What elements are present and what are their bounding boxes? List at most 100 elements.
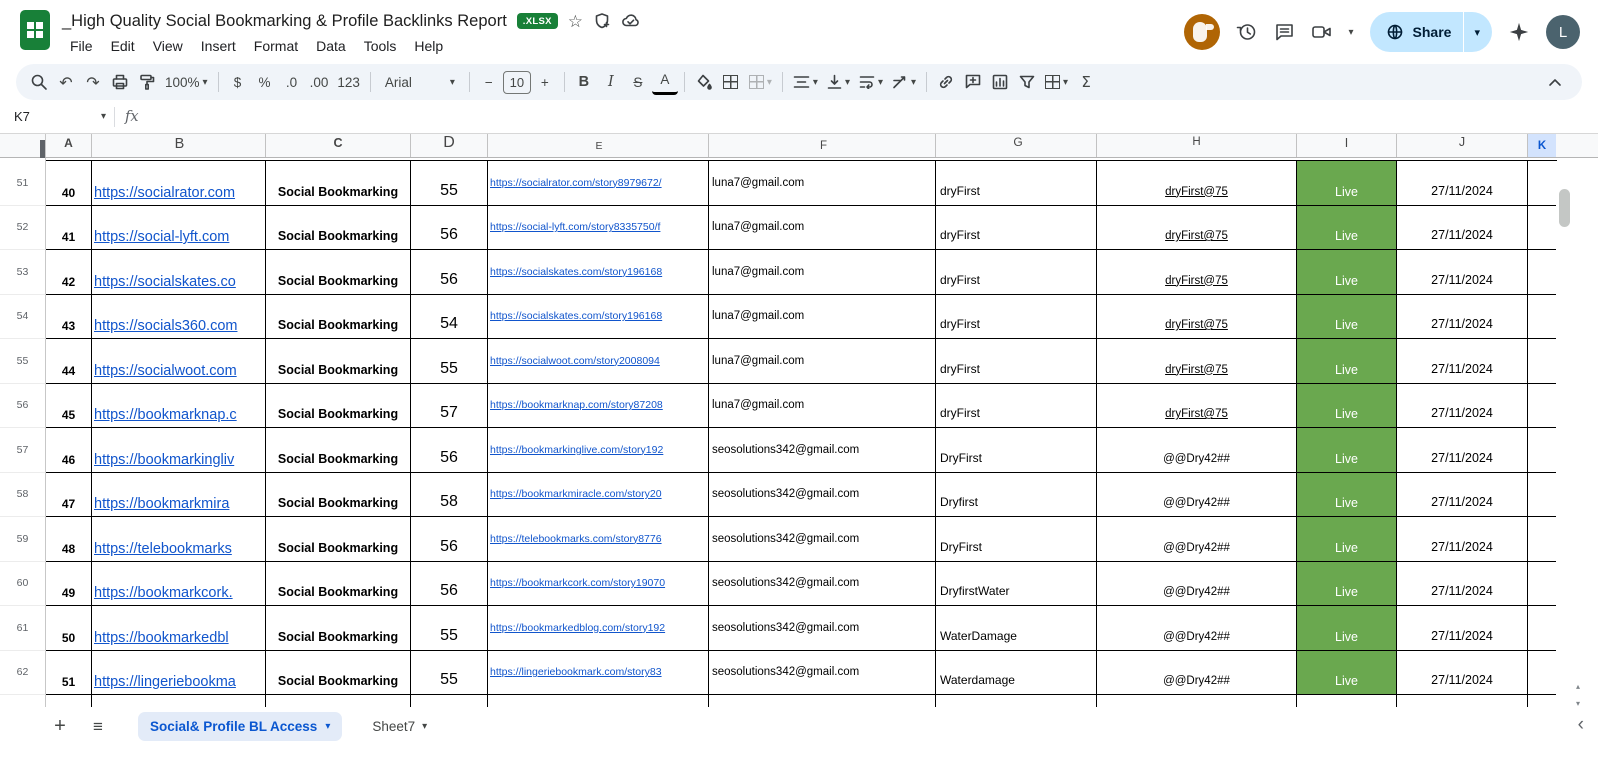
cell-I59[interactable]: Live xyxy=(1297,517,1397,562)
cell-B55[interactable]: https://socialwoot.com xyxy=(92,339,266,384)
cell-J53[interactable]: 27/11/2024 xyxy=(1397,250,1528,295)
column-header-J[interactable]: J xyxy=(1397,134,1528,157)
borders-button[interactable] xyxy=(718,69,744,95)
menu-data[interactable]: Data xyxy=(308,35,354,57)
link-E53[interactable]: https://socialskates.com/story196168 xyxy=(490,266,662,278)
cell-K60[interactable] xyxy=(1528,562,1556,607)
cell-C52[interactable]: Social Bookmarking xyxy=(266,206,411,251)
cell-B54[interactable]: https://socials360.com xyxy=(92,295,266,340)
cell-E[interactable] xyxy=(488,695,709,707)
cell-K58[interactable] xyxy=(1528,473,1556,518)
cell-J56[interactable]: 27/11/2024 xyxy=(1397,384,1528,429)
cell-E51[interactable]: https://socialrator.com/story8979672/ xyxy=(488,161,709,206)
meet-caret-icon[interactable]: ▾ xyxy=(1349,27,1354,38)
cell-G62[interactable]: Waterdamage xyxy=(936,651,1097,696)
cell-F52[interactable]: luna7@gmail.com xyxy=(709,206,936,251)
row-header-61[interactable]: 61 xyxy=(0,606,46,651)
cell-J58[interactable]: 27/11/2024 xyxy=(1397,473,1528,518)
share-button[interactable]: Share ▾ xyxy=(1370,12,1492,52)
cell-C60[interactable]: Social Bookmarking xyxy=(266,562,411,607)
cell-E62[interactable]: https://lingeriebookmark.com/story83 xyxy=(488,651,709,696)
cell-F55[interactable]: luna7@gmail.com xyxy=(709,339,936,384)
cell-K61[interactable] xyxy=(1528,606,1556,651)
document-title[interactable]: _High Quality Social Bookmarking & Profi… xyxy=(62,12,507,31)
link-B54[interactable]: https://socials360.com xyxy=(94,318,237,334)
cell-A61[interactable]: 50 xyxy=(46,606,92,651)
cell-C59[interactable]: Social Bookmarking xyxy=(266,517,411,562)
decrease-font-size-button[interactable]: − xyxy=(476,69,502,95)
name-box[interactable]: K7▾ xyxy=(14,109,106,124)
show-side-panel-icon[interactable]: ‹ xyxy=(1578,714,1584,736)
cell-F[interactable] xyxy=(709,695,936,707)
row-header-58[interactable]: 58 xyxy=(0,473,46,518)
column-header-E[interactable]: E xyxy=(488,134,709,157)
cell-C55[interactable]: Social Bookmarking xyxy=(266,339,411,384)
cell-E56[interactable]: https://bookmarknap.com/story87208 xyxy=(488,384,709,429)
cell-F51[interactable]: luna7@gmail.com xyxy=(709,161,936,206)
cell-B51[interactable]: https://socialrator.com xyxy=(92,161,266,206)
menu-file[interactable]: File xyxy=(62,35,101,57)
cell-H56[interactable]: dryFirst@75 xyxy=(1097,384,1297,429)
cell-G53[interactable]: dryFirst xyxy=(936,250,1097,295)
sheet-tab-sheet7[interactable]: Sheet7▾ xyxy=(362,712,437,741)
cell-D59[interactable]: 56 xyxy=(411,517,488,562)
more-formats-button[interactable]: 123 xyxy=(333,69,364,95)
bold-button[interactable]: B xyxy=(571,69,597,95)
cell-K54[interactable] xyxy=(1528,295,1556,340)
sheet-tab-active[interactable]: Social& Profile BL Access▾ xyxy=(138,712,342,741)
select-all-corner[interactable] xyxy=(0,134,46,157)
column-header-B[interactable]: B xyxy=(92,134,266,157)
cell-B59[interactable]: https://telebookmarks xyxy=(92,517,266,562)
cell-H[interactable] xyxy=(1097,695,1297,707)
link-E57[interactable]: https://bookmarkinglive.com/story192 xyxy=(490,444,663,456)
cell-D56[interactable]: 57 xyxy=(411,384,488,429)
cell-F60[interactable]: seosolutions342@gmail.com xyxy=(709,562,936,607)
column-header-C[interactable]: C xyxy=(266,134,411,157)
row-header-partial[interactable] xyxy=(0,695,46,707)
print-icon[interactable] xyxy=(107,69,133,95)
cell-G58[interactable]: Dryfirst xyxy=(936,473,1097,518)
cell-J52[interactable]: 27/11/2024 xyxy=(1397,206,1528,251)
cell-C57[interactable]: Social Bookmarking xyxy=(266,428,411,473)
cell-A53[interactable]: 42 xyxy=(46,250,92,295)
gemini-sparkle-icon[interactable] xyxy=(1508,21,1530,43)
fill-color-button[interactable] xyxy=(691,69,717,95)
cell-B53[interactable]: https://socialskates.co xyxy=(92,250,266,295)
cell-C51[interactable]: Social Bookmarking xyxy=(266,161,411,206)
cell-K62[interactable] xyxy=(1528,651,1556,696)
menu-tools[interactable]: Tools xyxy=(356,35,405,57)
increase-font-size-button[interactable]: + xyxy=(532,69,558,95)
cell-K55[interactable] xyxy=(1528,339,1556,384)
vertical-scrollbar[interactable] xyxy=(1559,189,1570,227)
cell-B52[interactable]: https://social-lyft.com xyxy=(92,206,266,251)
cell-J60[interactable]: 27/11/2024 xyxy=(1397,562,1528,607)
cell-F54[interactable]: luna7@gmail.com xyxy=(709,295,936,340)
search-icon[interactable] xyxy=(26,69,52,95)
cell-H57[interactable]: @@Dry42## xyxy=(1097,428,1297,473)
cell-K[interactable] xyxy=(1528,695,1556,707)
cell-C61[interactable]: Social Bookmarking xyxy=(266,606,411,651)
cell-I53[interactable]: Live xyxy=(1297,250,1397,295)
cell-E53[interactable]: https://socialskates.com/story196168 xyxy=(488,250,709,295)
cell-F53[interactable]: luna7@gmail.com xyxy=(709,250,936,295)
cell-G59[interactable]: DryFirst xyxy=(936,517,1097,562)
cell-G55[interactable]: dryFirst xyxy=(936,339,1097,384)
cell-F58[interactable]: seosolutions342@gmail.com xyxy=(709,473,936,518)
cell-I51[interactable]: Live xyxy=(1297,161,1397,206)
cell-K53[interactable] xyxy=(1528,250,1556,295)
cell-E59[interactable]: https://telebookmarks.com/story8776 xyxy=(488,517,709,562)
cell-A51[interactable]: 40 xyxy=(46,161,92,206)
link-B59[interactable]: https://telebookmarks xyxy=(94,541,232,557)
cell-H53[interactable]: dryFirst@75 xyxy=(1097,250,1297,295)
cell-J61[interactable]: 27/11/2024 xyxy=(1397,606,1528,651)
link-E58[interactable]: https://bookmarkmiracle.com/story20 xyxy=(490,488,662,500)
cell-J[interactable] xyxy=(1397,695,1528,707)
cell-K52[interactable] xyxy=(1528,206,1556,251)
star-icon[interactable]: ☆ xyxy=(568,13,583,30)
zoom-select[interactable]: 100%▾ xyxy=(161,69,212,95)
menu-view[interactable]: View xyxy=(145,35,191,57)
horizontal-align-button[interactable]: ▾ xyxy=(789,69,822,95)
cell-J54[interactable]: 27/11/2024 xyxy=(1397,295,1528,340)
cell-H60[interactable]: @@Dry42## xyxy=(1097,562,1297,607)
menu-format[interactable]: Format xyxy=(246,35,306,57)
